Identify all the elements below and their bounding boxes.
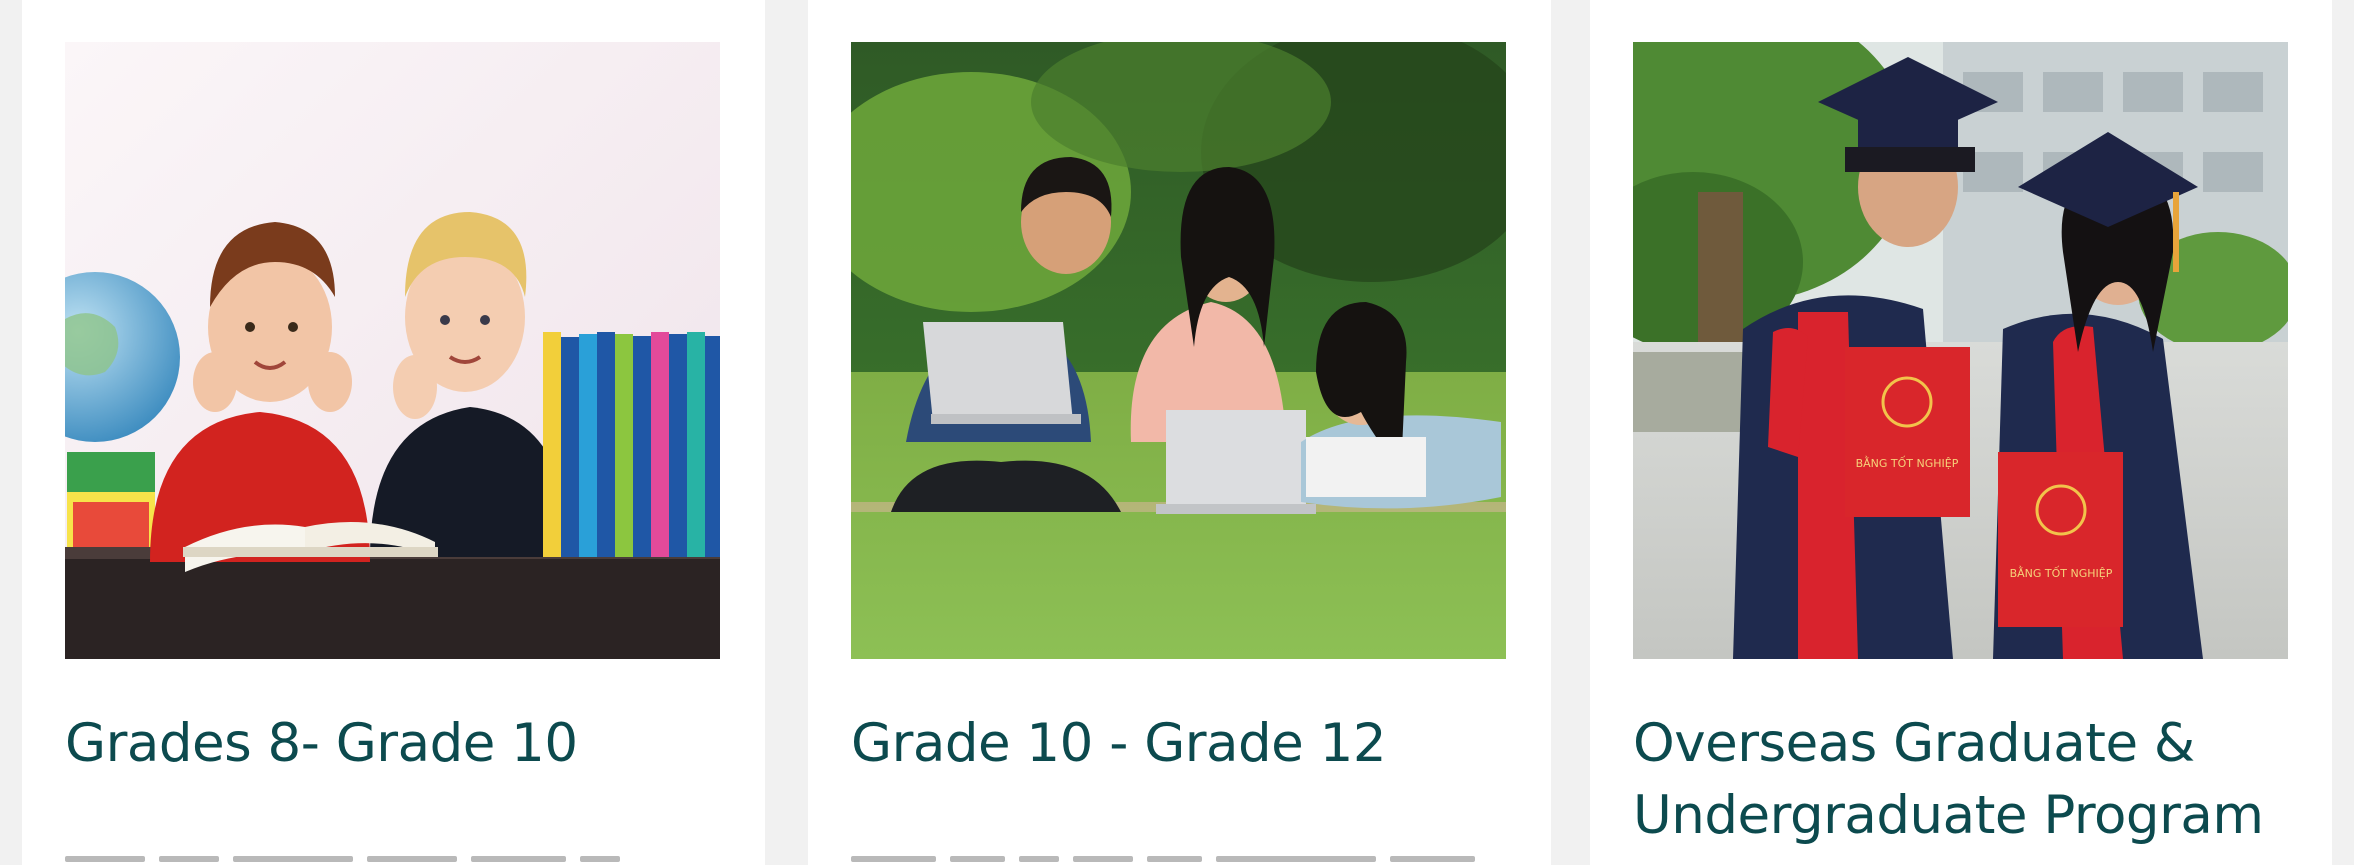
program-image[interactable]: [65, 42, 720, 659]
program-card-overseas[interactable]: BẰNG TỐT NGHIỆP BẰNG TỐT NGHIỆP Overseas…: [1590, 0, 2332, 865]
program-title[interactable]: Grade 10 - Grade 12: [851, 708, 1511, 780]
program-description-snippet: [65, 846, 620, 865]
program-description-snippet: [851, 846, 1475, 865]
diploma-icon: [1845, 347, 1970, 517]
students-on-grass-photo: [851, 42, 1506, 659]
program-card-grades-8-10[interactable]: Grades 8- Grade 10: [22, 0, 765, 865]
program-title[interactable]: Overseas Graduate & Undergraduate Progra…: [1633, 708, 2293, 852]
graduates-photo: BẰNG TỐT NGHIỆP BẰNG TỐT NGHIỆP: [1633, 42, 2288, 659]
program-image[interactable]: [851, 42, 1506, 659]
svg-text:BẰNG TỐT NGHIỆP: BẰNG TỐT NGHIỆP: [1856, 456, 1959, 470]
program-image[interactable]: BẰNG TỐT NGHIỆP BẰNG TỐT NGHIỆP: [1633, 42, 2288, 659]
svg-text:BẰNG TỐT NGHIỆP: BẰNG TỐT NGHIỆP: [2010, 566, 2113, 580]
program-card-grades-10-12[interactable]: Grade 10 - Grade 12: [808, 0, 1551, 865]
program-title[interactable]: Grades 8- Grade 10: [65, 708, 725, 780]
kids-at-desk-photo: [65, 42, 720, 659]
